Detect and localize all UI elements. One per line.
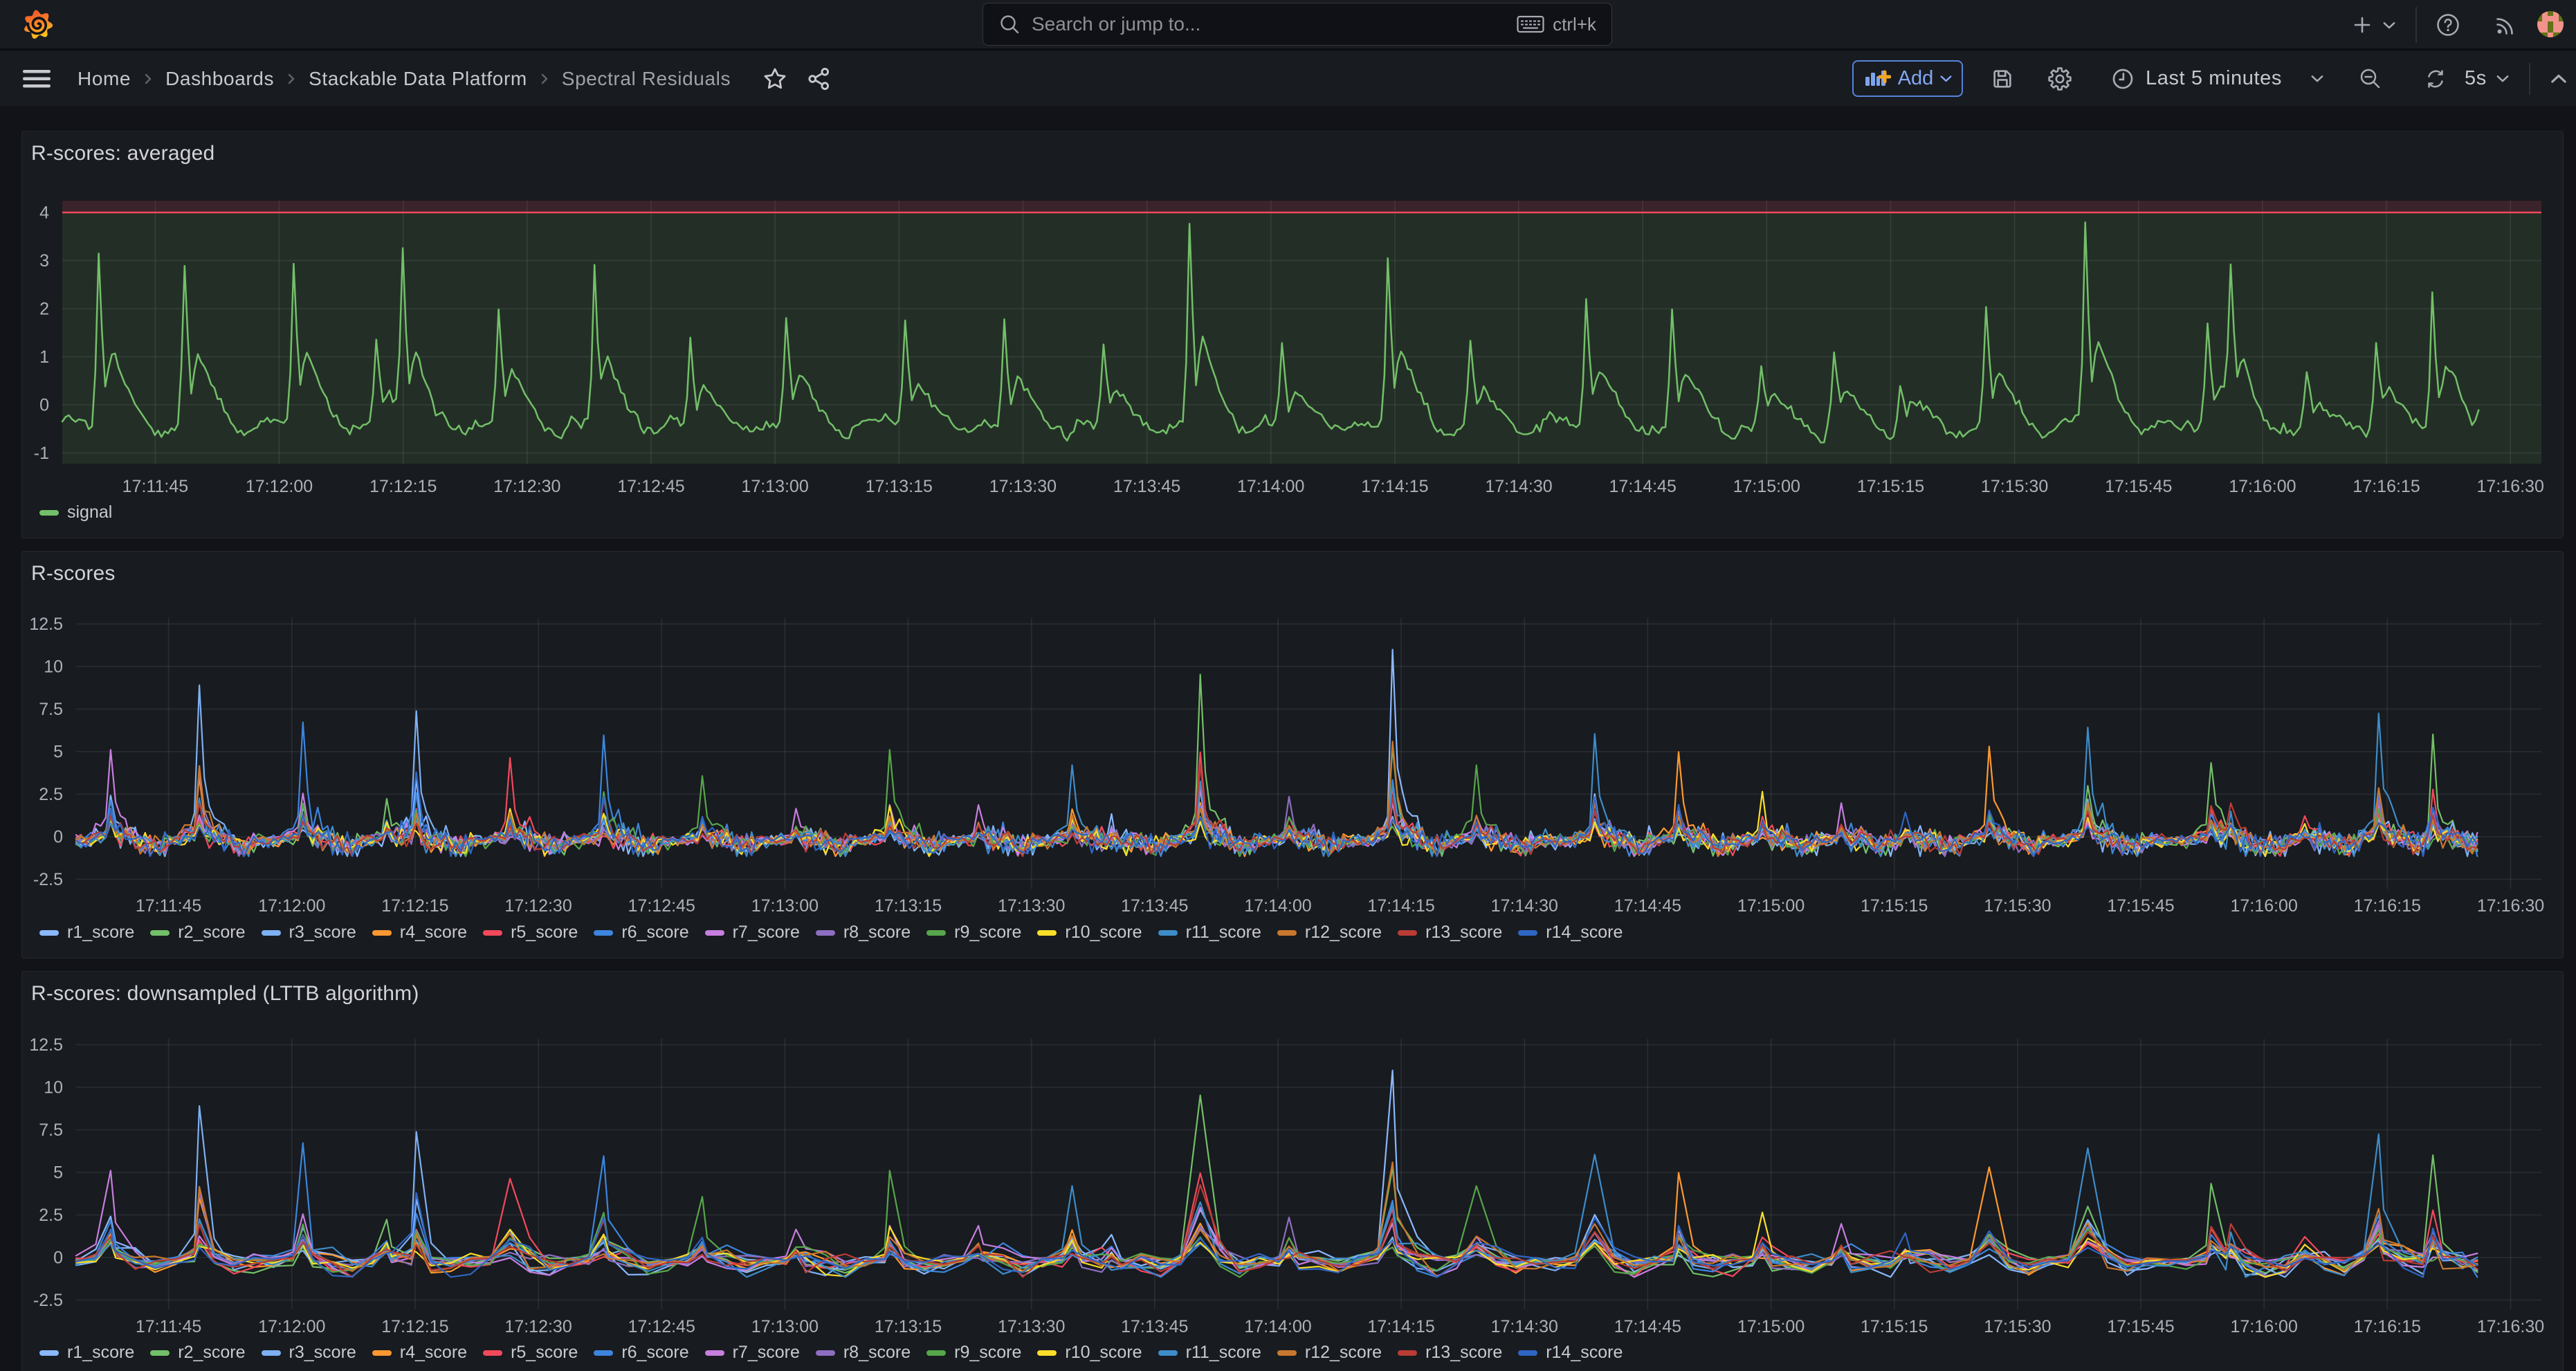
svg-text:17:13:00: 17:13:00	[751, 896, 819, 916]
svg-text:17:16:00: 17:16:00	[2231, 896, 2298, 916]
svg-text:10: 10	[44, 1078, 63, 1098]
svg-text:17:16:00: 17:16:00	[2231, 1317, 2298, 1336]
svg-text:17:12:45: 17:12:45	[628, 1317, 695, 1336]
svg-text:17:12:15: 17:12:15	[381, 1317, 448, 1336]
svg-text:17:14:30: 17:14:30	[1491, 896, 1558, 916]
svg-text:-2.5: -2.5	[33, 870, 63, 889]
svg-text:17:12:30: 17:12:30	[504, 896, 572, 916]
svg-text:17:16:15: 17:16:15	[2353, 477, 2420, 496]
svg-text:17:12:45: 17:12:45	[628, 896, 695, 916]
svg-text:0: 0	[53, 1249, 63, 1268]
svg-text:17:13:45: 17:13:45	[1121, 896, 1188, 916]
svg-text:17:13:00: 17:13:00	[741, 477, 808, 496]
svg-text:2: 2	[39, 300, 49, 319]
svg-text:17:15:45: 17:15:45	[2107, 896, 2174, 916]
svg-text:17:13:30: 17:13:30	[989, 477, 1057, 496]
svg-text:17:16:00: 17:16:00	[2229, 477, 2296, 496]
svg-text:1: 1	[39, 347, 49, 367]
svg-text:17:15:00: 17:15:00	[1737, 1317, 1805, 1336]
svg-text:17:14:45: 17:14:45	[1614, 1317, 1681, 1336]
svg-text:17:12:30: 17:12:30	[493, 477, 560, 496]
svg-text:-2.5: -2.5	[33, 1291, 63, 1310]
svg-text:17:15:15: 17:15:15	[1861, 896, 1928, 916]
svg-text:5: 5	[53, 1163, 63, 1183]
svg-text:17:12:00: 17:12:00	[258, 1317, 325, 1336]
svg-text:17:15:15: 17:15:15	[1857, 477, 1924, 496]
svg-text:17:14:15: 17:14:15	[1361, 477, 1428, 496]
svg-text:17:15:00: 17:15:00	[1737, 896, 1805, 916]
svg-text:17:14:00: 17:14:00	[1244, 1317, 1311, 1336]
svg-text:17:11:45: 17:11:45	[136, 896, 201, 916]
svg-text:17:14:00: 17:14:00	[1244, 896, 1311, 916]
svg-text:0: 0	[39, 396, 49, 415]
svg-text:12.5: 12.5	[29, 615, 63, 634]
svg-text:10: 10	[44, 657, 63, 677]
svg-text:17:11:45: 17:11:45	[122, 477, 188, 496]
svg-text:2.5: 2.5	[39, 785, 63, 804]
svg-text:17:13:15: 17:13:15	[875, 1317, 942, 1336]
svg-text:4: 4	[39, 203, 49, 223]
svg-text:17:14:15: 17:14:15	[1367, 896, 1434, 916]
svg-text:2.5: 2.5	[39, 1206, 63, 1225]
svg-text:17:15:15: 17:15:15	[1861, 1317, 1928, 1336]
svg-text:17:15:00: 17:15:00	[1733, 477, 1800, 496]
svg-text:17:12:15: 17:12:15	[369, 477, 437, 496]
svg-text:17:16:30: 17:16:30	[2477, 1317, 2544, 1336]
svg-text:12.5: 12.5	[29, 1035, 63, 1055]
svg-text:17:13:15: 17:13:15	[866, 477, 933, 496]
svg-text:17:11:45: 17:11:45	[136, 1317, 201, 1336]
svg-text:17:12:30: 17:12:30	[504, 1317, 572, 1336]
svg-text:5: 5	[53, 743, 63, 762]
svg-text:17:15:30: 17:15:30	[1984, 1317, 2051, 1336]
svg-text:0: 0	[53, 828, 63, 847]
svg-text:17:16:30: 17:16:30	[2477, 896, 2544, 916]
svg-text:17:13:45: 17:13:45	[1121, 1317, 1188, 1336]
svg-text:17:13:00: 17:13:00	[751, 1317, 819, 1336]
svg-text:17:14:15: 17:14:15	[1367, 1317, 1434, 1336]
svg-text:17:15:45: 17:15:45	[2105, 477, 2172, 496]
svg-text:17:15:30: 17:15:30	[1981, 477, 2048, 496]
svg-text:17:14:30: 17:14:30	[1485, 477, 1552, 496]
svg-text:17:15:45: 17:15:45	[2107, 1317, 2174, 1336]
svg-text:17:16:30: 17:16:30	[2477, 477, 2544, 496]
svg-text:17:15:30: 17:15:30	[1984, 896, 2051, 916]
svg-text:17:14:45: 17:14:45	[1609, 477, 1677, 496]
svg-text:17:14:30: 17:14:30	[1491, 1317, 1558, 1336]
svg-text:7.5: 7.5	[39, 1120, 63, 1140]
svg-text:7.5: 7.5	[39, 700, 63, 719]
svg-text:17:12:00: 17:12:00	[246, 477, 313, 496]
svg-text:17:14:00: 17:14:00	[1237, 477, 1304, 496]
svg-text:17:13:45: 17:13:45	[1113, 477, 1180, 496]
svg-text:17:12:15: 17:12:15	[381, 896, 448, 916]
svg-text:17:13:30: 17:13:30	[998, 1317, 1065, 1336]
svg-text:17:16:15: 17:16:15	[2354, 1317, 2421, 1336]
svg-text:17:14:45: 17:14:45	[1614, 896, 1681, 916]
svg-text:3: 3	[39, 251, 49, 271]
svg-text:17:12:45: 17:12:45	[617, 477, 684, 496]
svg-text:17:13:30: 17:13:30	[998, 896, 1065, 916]
svg-text:17:12:00: 17:12:00	[258, 896, 325, 916]
svg-text:17:13:15: 17:13:15	[875, 896, 942, 916]
svg-text:17:16:15: 17:16:15	[2354, 896, 2421, 916]
svg-text:-1: -1	[34, 444, 49, 463]
